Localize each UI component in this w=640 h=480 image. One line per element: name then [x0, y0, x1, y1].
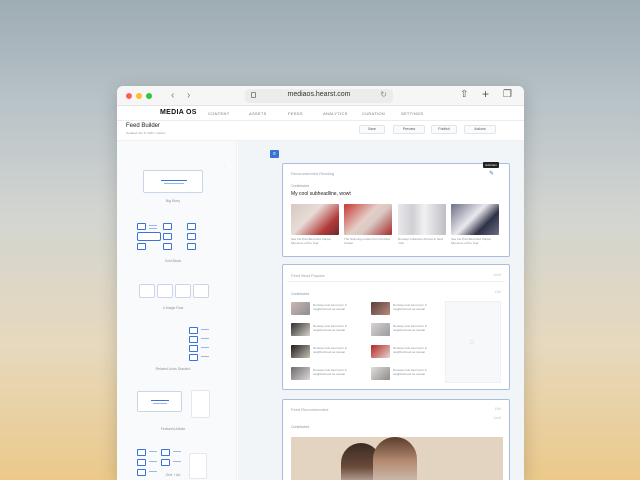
minimize-window-button[interactable]	[136, 93, 142, 99]
feed-block-recommended[interactable]: Feed Recommended Edit Contributed Limit	[282, 399, 510, 480]
block-label-four-image-row: 4 Image Row	[162, 306, 184, 310]
divider	[287, 281, 505, 282]
block-label-big-story: Big Story	[165, 199, 181, 203]
address-bar[interactable]: mediaos.hearst.com ↻	[245, 89, 393, 103]
feed-block-recommended-reading[interactable]: Recommended Reading Add item ✎ Contribut…	[282, 162, 510, 257]
zoom-window-button[interactable]	[146, 93, 152, 99]
article-thumbnail[interactable]	[291, 302, 310, 315]
forward-icon[interactable]: ›	[187, 90, 190, 102]
save-button[interactable]: Save	[359, 125, 385, 134]
share-icon[interactable]: ⇧	[460, 89, 468, 101]
block-meta[interactable]: Edit	[495, 290, 501, 294]
block-title: Feed Most Popular	[291, 273, 325, 278]
reload-icon[interactable]: ↻	[380, 90, 387, 99]
article-thumbnail[interactable]	[371, 367, 390, 380]
article-image[interactable]	[291, 204, 339, 235]
block-label-grid: Grid Block	[164, 259, 182, 263]
new-tab-icon[interactable]: +	[482, 88, 489, 100]
nav-analytics[interactable]: ANALYTICS	[323, 111, 348, 116]
article-thumbnail[interactable]	[291, 345, 310, 358]
article-title[interactable]: Runway look best worn in neighborhood as…	[313, 346, 351, 354]
page-title: Feed Builder	[126, 123, 161, 129]
article-title[interactable]: Runway look best worn in neighborhood as…	[393, 346, 431, 354]
block-meta[interactable]: Limit	[494, 273, 501, 277]
drag-handle-icon[interactable]: ⋮	[223, 163, 227, 168]
article-thumbnail[interactable]	[371, 323, 390, 336]
article-thumbnail[interactable]	[371, 345, 390, 358]
page-subtitle: Updated Jan 5, 2023 • Hearst	[126, 131, 166, 135]
block-related-links[interactable]	[189, 327, 213, 361]
block-heading: My cool subheadline, wowt	[291, 191, 351, 197]
block-big-story[interactable]	[143, 170, 203, 193]
add-item-tooltip: Add item	[483, 162, 499, 168]
block-grid[interactable]	[137, 223, 209, 259]
article-thumbnail[interactable]	[291, 367, 310, 380]
article-title[interactable]: Runway look best worn in neighborhood as…	[393, 324, 431, 332]
block-four-image-row[interactable]	[139, 284, 209, 300]
article-title[interactable]: Runway look best worn in neighborhood as…	[393, 303, 431, 311]
block-title: Feed Recommended	[291, 407, 329, 412]
back-icon[interactable]: ‹	[171, 90, 174, 102]
browser-window: ‹ › mediaos.hearst.com ↻ ⇧ + ❐ MEDIA OS …	[117, 86, 524, 480]
block-library-sidebar: Big Story ⋮ Grid Block 4 Image Row Relat…	[117, 141, 237, 480]
block-label-related-links: Related Links Stacked	[155, 367, 191, 371]
article-title[interactable]: Runway look best worn in neighborhood as…	[313, 324, 351, 332]
block-label: Contributed	[291, 184, 310, 188]
article-image[interactable]	[398, 204, 446, 235]
ad-placeholder: □	[445, 301, 501, 383]
featured-image[interactable]	[291, 437, 503, 480]
url-text: mediaos.hearst.com	[287, 91, 351, 98]
preview-button[interactable]: Preview	[393, 125, 425, 134]
article-caption[interactable]: See the Pics Best Red Carpet Moments of …	[451, 237, 499, 245]
ad-placeholder	[191, 390, 210, 418]
close-window-button[interactable]	[126, 93, 132, 99]
article-caption[interactable]: See the Pics Best Red Carpet Moments of …	[291, 237, 339, 245]
article-title[interactable]: Runway look best worn in neighborhood as…	[313, 368, 351, 376]
block-label: Contributed	[291, 425, 310, 429]
nav-content[interactable]: CONTENT	[208, 111, 229, 116]
block-meta[interactable]: Limit	[494, 416, 501, 420]
feed-block-most-popular[interactable]: Feed Most Popular Limit Contributed Edit…	[282, 264, 510, 390]
article-title[interactable]: Runway look best worn in neighborhood as…	[313, 303, 351, 311]
block-label-grid-ad: Grid + Ad	[165, 473, 181, 477]
actions-dropdown[interactable]: Actions	[464, 125, 496, 134]
article-title[interactable]: Runway look best worn in neighborhood as…	[393, 368, 431, 376]
article-caption[interactable]: Runway Collection Arrives In New York	[398, 237, 446, 245]
comment-icon: □	[470, 340, 474, 346]
nav-assets[interactable]: ASSETS	[249, 111, 267, 116]
block-label-featured-article: Featured Article	[160, 427, 186, 431]
article-caption[interactable]: The Stunning Looks From the Red Carpet	[344, 237, 392, 245]
block-meta[interactable]: Edit	[495, 407, 501, 411]
app-navigation: MEDIA OS CONTENT ASSETS FEEDS ANALYTICS …	[117, 106, 524, 121]
article-thumbnail[interactable]	[291, 323, 310, 336]
drag-handle-icon[interactable]: ≡	[270, 150, 279, 158]
tab-overview-icon[interactable]: ❐	[503, 89, 512, 101]
page-header: Feed Builder Updated Jan 5, 2023 • Hears…	[117, 121, 524, 141]
article-image[interactable]	[451, 204, 499, 235]
feed-canvas: ≡ Recommended Reading Add item ✎ Contrib…	[238, 141, 524, 480]
edit-icon[interactable]: ✎	[489, 170, 494, 177]
nav-curation[interactable]: CURATION	[362, 111, 385, 116]
mediaos-logo[interactable]: MEDIA OS	[160, 109, 197, 116]
publish-button[interactable]: Publish	[431, 125, 457, 134]
block-featured-article[interactable]	[137, 391, 182, 412]
nav-settings[interactable]: SETTINGS	[401, 111, 423, 116]
block-label: Contributed	[291, 292, 310, 296]
article-image[interactable]	[344, 204, 392, 235]
browser-toolbar: ‹ › mediaos.hearst.com ↻ ⇧ + ❐	[117, 86, 524, 106]
article-thumbnail[interactable]	[371, 302, 390, 315]
block-section-title: Recommended Reading	[291, 171, 335, 176]
nav-feeds[interactable]: FEEDS	[288, 111, 303, 116]
